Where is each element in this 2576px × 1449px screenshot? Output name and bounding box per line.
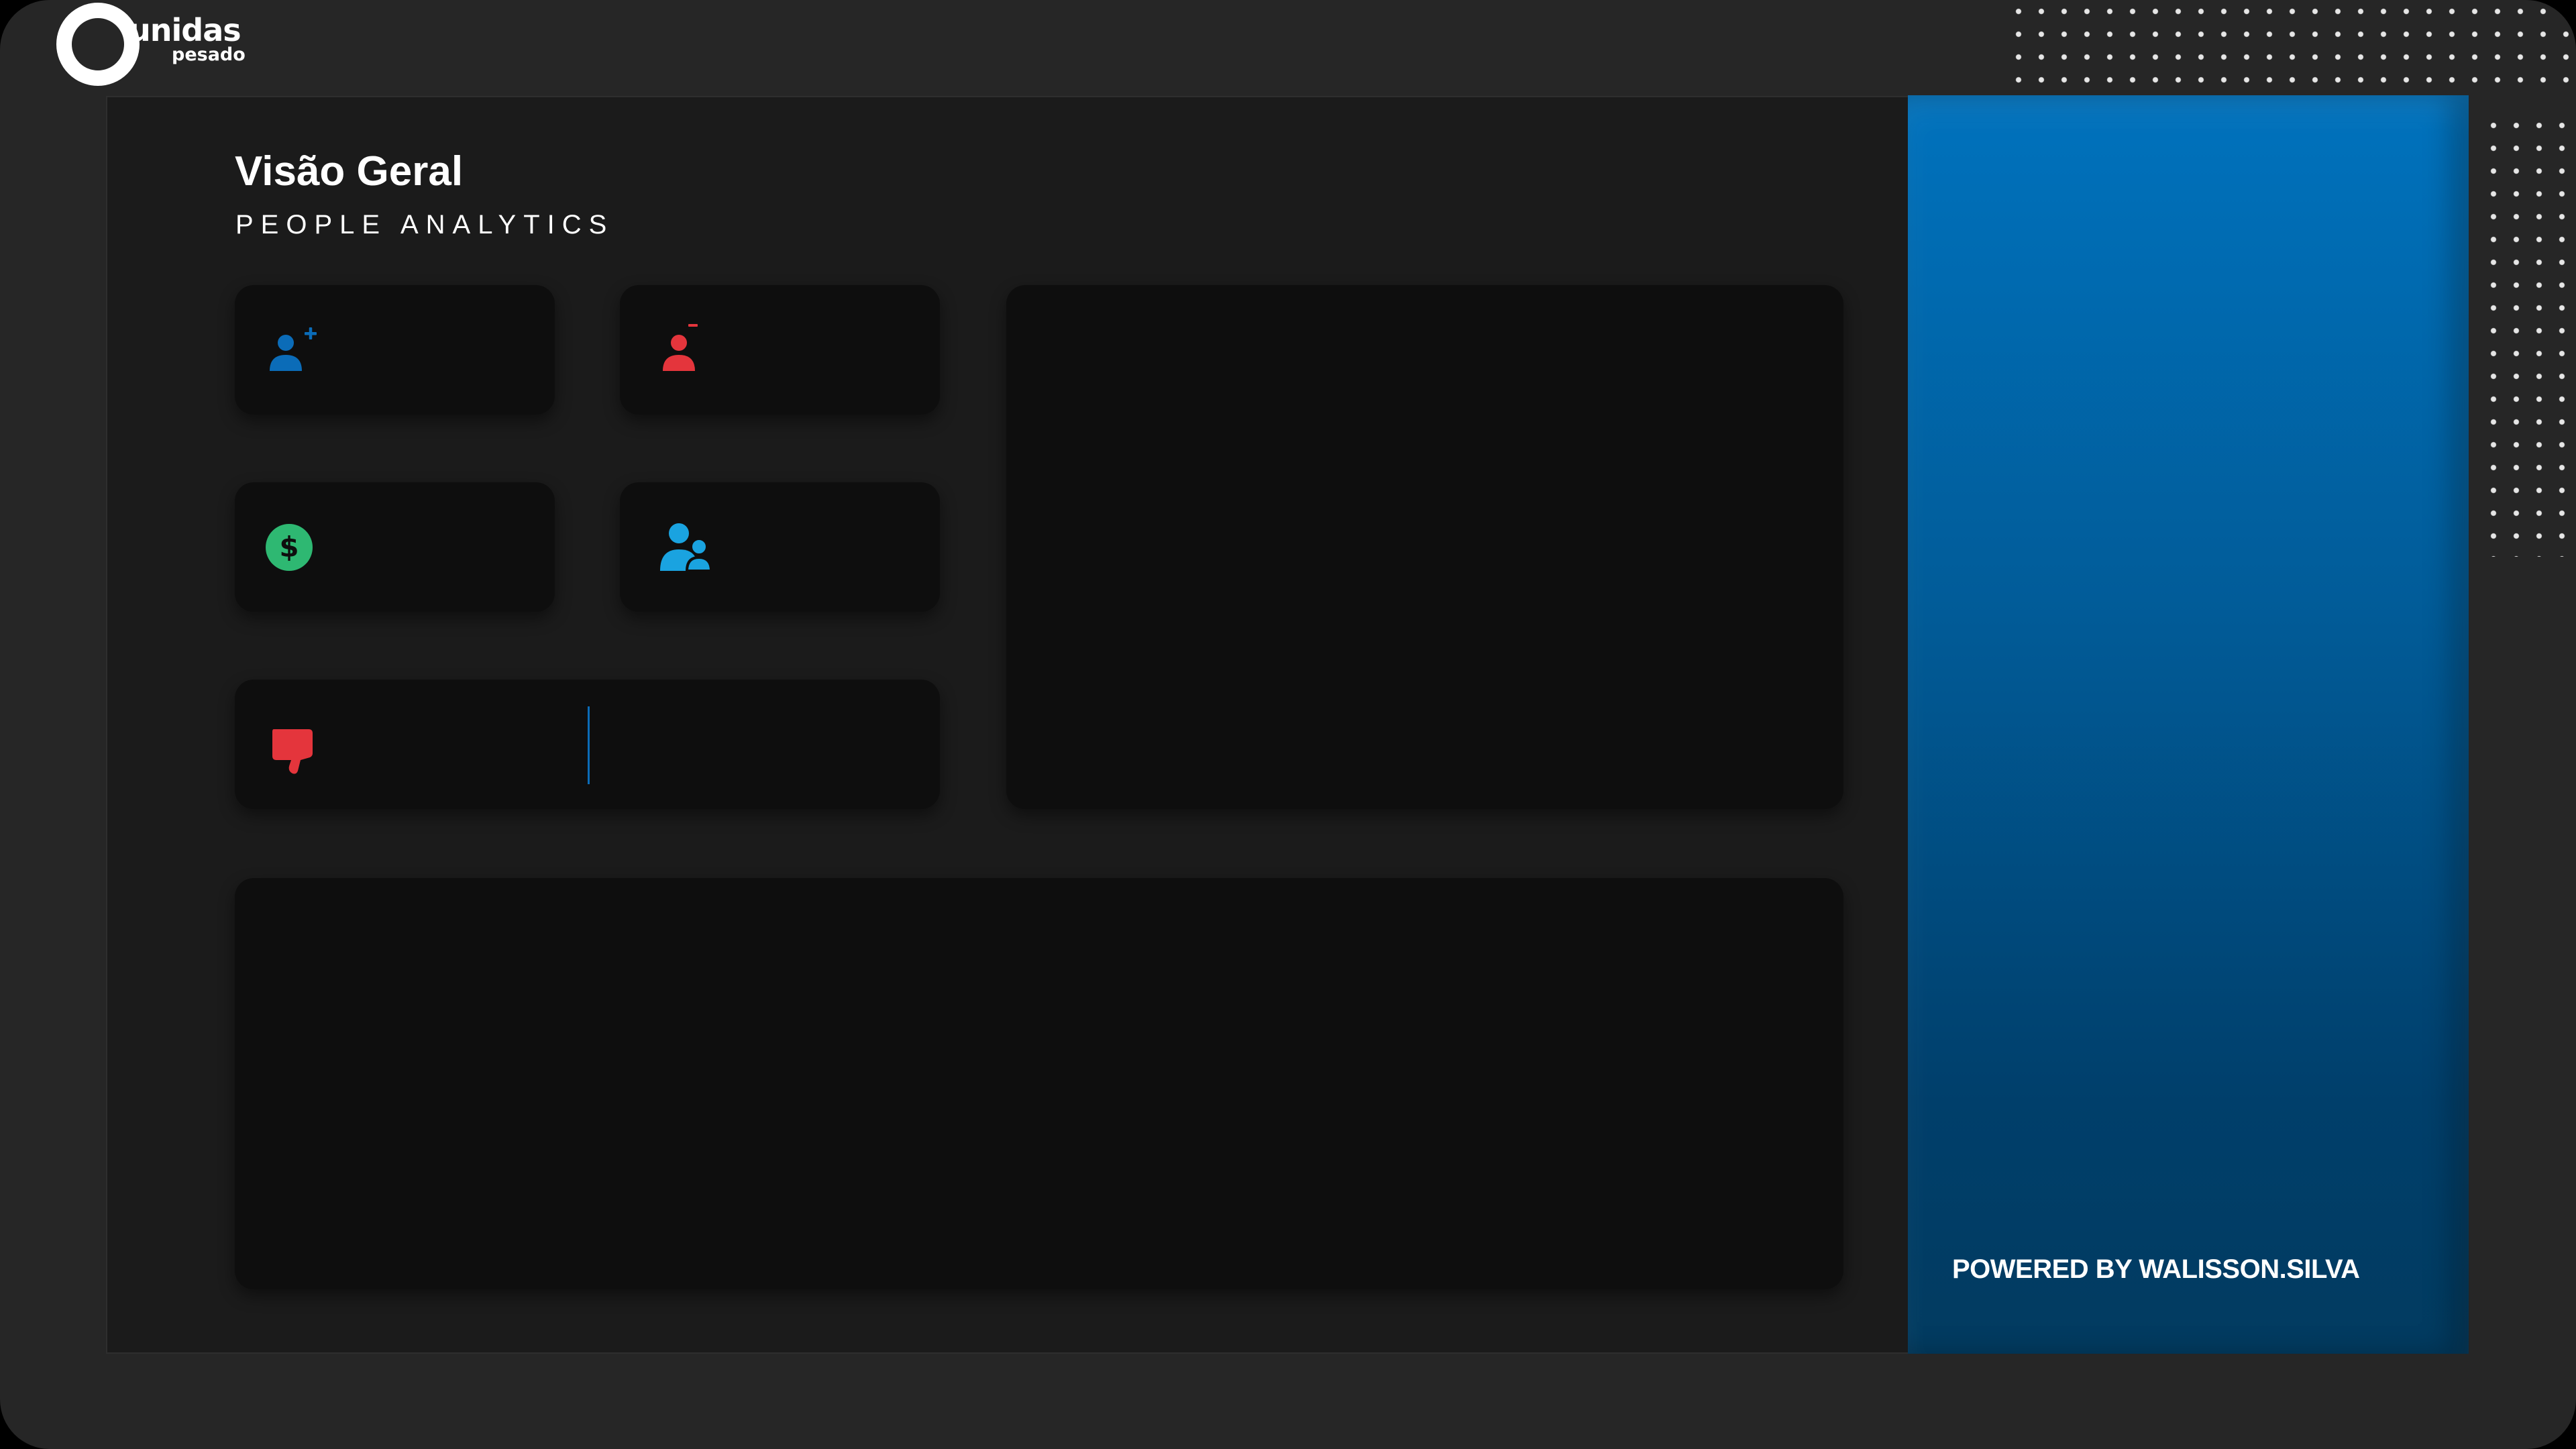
chart-card-right[interactable] (1006, 285, 1843, 809)
dot-pattern-top (2007, 0, 2576, 93)
kpi-card-admissions[interactable] (235, 285, 555, 415)
kpi-card-terminations[interactable] (620, 285, 940, 415)
logo-ring-icon (56, 3, 140, 86)
page-title: Visão Geral (235, 148, 464, 195)
chart-card-bottom[interactable] (235, 878, 1843, 1289)
remove-user-icon (663, 324, 698, 371)
report-canvas: Visão Geral PEOPLE ANALYTICS $ (106, 96, 1909, 1354)
thumbs-down-icon (272, 729, 313, 774)
add-user-icon (270, 327, 317, 371)
side-panel: POWERED BY WALISSON.SILVA (1908, 95, 2469, 1354)
svg-text:$: $ (279, 531, 299, 564)
kpi-card-headcount[interactable] (620, 482, 940, 612)
app-frame: unidas pesado Visão Geral PEOPLE ANALYTI… (0, 0, 2576, 1449)
card-divider (588, 706, 590, 784)
kpi-card-payroll[interactable]: $ (235, 482, 555, 612)
dollar-icon: $ (266, 524, 313, 571)
brand-logo: unidas pesado (56, 3, 284, 86)
kpi-card-turnover[interactable] (235, 680, 940, 809)
powered-by-label: POWERED BY WALISSON.SILVA (1952, 1254, 2360, 1284)
brand-sub: pesado (172, 44, 246, 65)
page-subtitle: PEOPLE ANALYTICS (235, 210, 614, 239)
users-icon (660, 523, 713, 572)
dot-pattern-side (2482, 114, 2576, 557)
brand-name: unidas (129, 12, 241, 48)
